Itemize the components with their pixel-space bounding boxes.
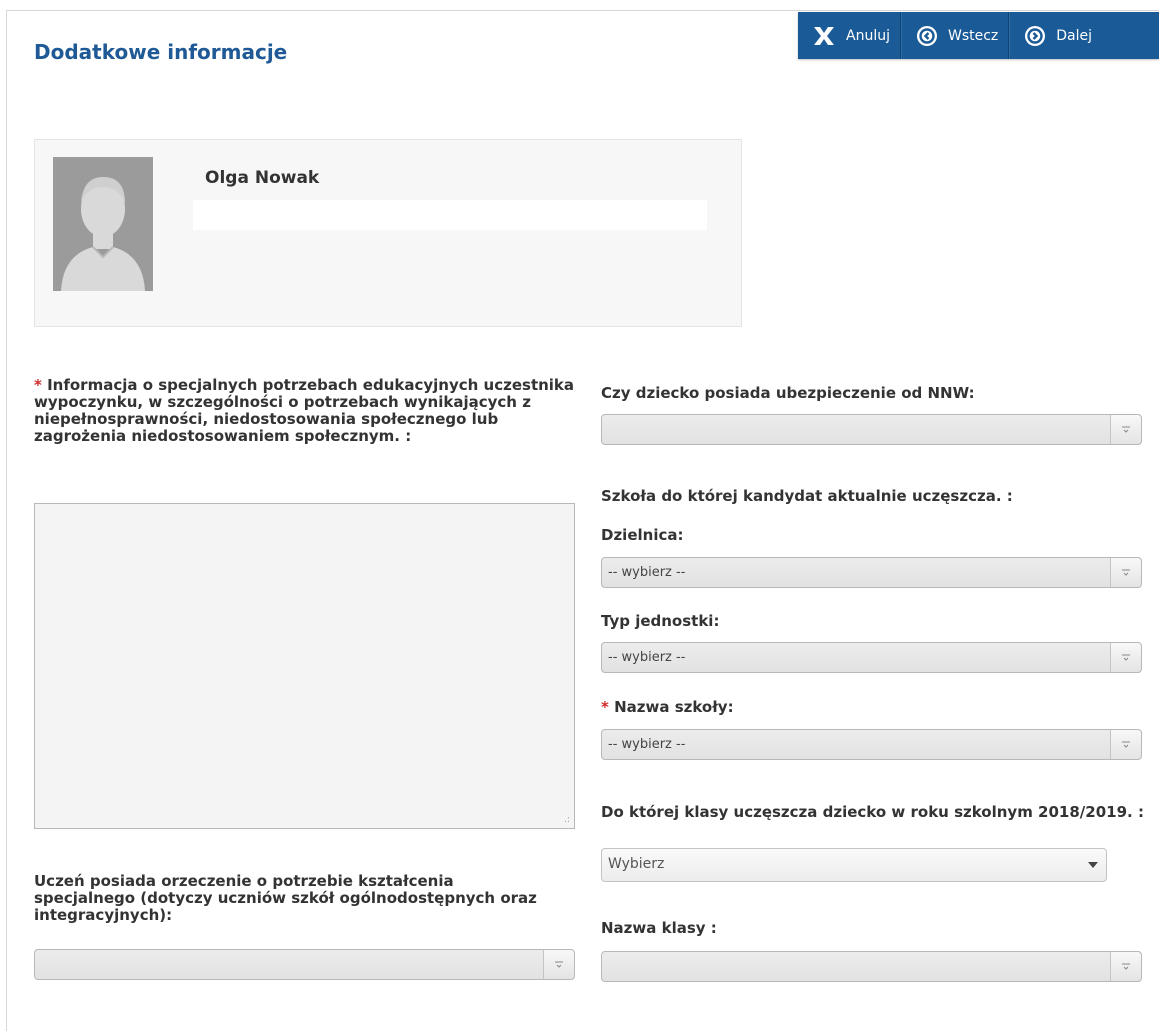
dropdown-arrow-icon[interactable]: [1110, 643, 1141, 672]
grade-label: Do której klasy uczęszcza dziecko w roku…: [601, 803, 1144, 821]
district-value: -- wybierz --: [608, 565, 686, 580]
school-name-label: * Nazwa szkoły:: [601, 699, 734, 716]
chevron-down-icon: [1088, 862, 1098, 868]
dropdown-arrow-icon[interactable]: [543, 950, 574, 979]
dropdown-arrow-icon[interactable]: [1110, 415, 1141, 444]
circle-chevron-left-icon: [916, 25, 938, 47]
school-section-label: Szkoła do której kandydat aktualnie uczę…: [601, 487, 1013, 505]
close-icon: [812, 26, 836, 46]
certificate-label: Uczeń posiada orzeczenie o potrzebie ksz…: [34, 872, 537, 924]
class-name-label: Nazwa klasy :: [601, 919, 717, 937]
special-needs-textarea[interactable]: .:: [34, 503, 575, 829]
resize-grip-icon[interactable]: .:: [564, 816, 570, 825]
school-name-label-text: Nazwa szkoły:: [614, 698, 734, 716]
certificate-select[interactable]: [34, 949, 575, 980]
grade-select[interactable]: Wybierz: [601, 848, 1107, 882]
required-mark: *: [601, 698, 609, 716]
school-name-value: -- wybierz --: [608, 737, 686, 752]
profile-card: Olga Nowak: [34, 139, 742, 327]
dropdown-arrow-icon[interactable]: [1110, 730, 1141, 759]
back-button[interactable]: Wstecz: [900, 12, 1010, 59]
unit-type-value: -- wybierz --: [608, 650, 686, 665]
unit-type-select[interactable]: -- wybierz --: [601, 642, 1142, 673]
required-mark: *: [34, 376, 42, 394]
special-needs-label: * Informacja o specjalnych potrzebach ed…: [34, 377, 582, 445]
school-name-select[interactable]: -- wybierz --: [601, 729, 1142, 760]
insurance-label: Czy dziecko posiada ubezpieczenie od NNW…: [601, 384, 975, 402]
person-name: Olga Nowak: [205, 168, 320, 188]
next-label: Dalej: [1056, 27, 1093, 44]
page-title: Dodatkowe informacje: [34, 40, 288, 64]
class-name-select[interactable]: [601, 951, 1142, 982]
special-needs-label-text: Informacja o specjalnych potrzebach eduk…: [34, 376, 575, 445]
cancel-button[interactable]: Anuluj: [798, 12, 901, 59]
cancel-label: Anuluj: [846, 27, 890, 44]
toolbar: Anuluj Wstecz Dalej: [798, 12, 1159, 59]
unit-type-label: Typ jednostki:: [601, 612, 720, 630]
back-label: Wstecz: [947, 27, 999, 44]
district-select[interactable]: -- wybierz --: [601, 557, 1142, 588]
user-silhouette-icon: [53, 157, 153, 291]
grade-value: Wybierz: [608, 856, 665, 872]
insurance-select[interactable]: [601, 414, 1142, 445]
dropdown-arrow-icon[interactable]: [1110, 952, 1141, 981]
circle-chevron-right-icon: [1024, 25, 1046, 47]
next-button[interactable]: Dalej: [1009, 12, 1102, 59]
district-label: Dzielnica:: [601, 526, 684, 544]
dropdown-arrow-icon[interactable]: [1110, 558, 1141, 587]
person-details-bar: [193, 200, 707, 230]
